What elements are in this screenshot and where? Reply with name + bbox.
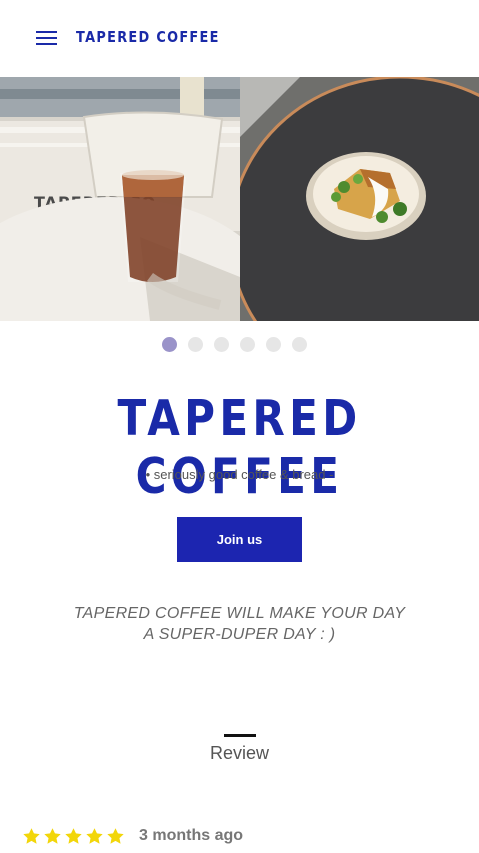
hamburger-menu-icon[interactable]	[36, 29, 58, 47]
pagination-dot-1[interactable]	[162, 337, 177, 352]
pagination-dot-5[interactable]	[266, 337, 281, 352]
pagination-dot-6[interactable]	[292, 337, 307, 352]
star-icon	[44, 827, 61, 844]
join-us-button[interactable]: Join us	[177, 517, 302, 562]
star-icon	[23, 827, 40, 844]
star-icon	[107, 827, 124, 844]
photo-gallery[interactable]: TAPERED CO	[0, 77, 479, 321]
pagination-dot-2[interactable]	[188, 337, 203, 352]
iced-coffee-photo: TAPERED CO	[0, 77, 240, 321]
section-divider	[224, 734, 256, 737]
promo-line-2: A SUPER-DUPER DAY : )	[143, 626, 336, 643]
promo-text: TAPERED COFFEE WILL MAKE YOUR DAY A SUPE…	[0, 603, 479, 645]
review-item: 3 months ago	[22, 824, 243, 848]
star-icon	[86, 827, 103, 844]
gallery-slide-cake[interactable]	[240, 77, 479, 321]
brand-logo[interactable]: TAPERED COFFEE	[76, 28, 220, 46]
gallery-pagination	[162, 337, 307, 352]
cake-photo	[240, 77, 479, 321]
star-icon	[65, 827, 82, 844]
promo-line-1: TAPERED COFFEE WILL MAKE YOUR DAY	[73, 605, 406, 622]
gallery-slide-iced-coffee[interactable]: TAPERED CO	[0, 77, 240, 321]
hero-tagline: • seriously good coffee & bread -	[145, 467, 334, 482]
hero-title: TAPERED COFFEE	[117, 390, 362, 505]
review-section-title: Review	[209, 743, 270, 763]
pagination-dot-3[interactable]	[214, 337, 229, 352]
pagination-dot-4[interactable]	[240, 337, 255, 352]
star-rating	[22, 827, 125, 846]
review-timestamp: 3 months ago	[139, 827, 244, 844]
header: TAPERED COFFEE	[0, 0, 479, 77]
